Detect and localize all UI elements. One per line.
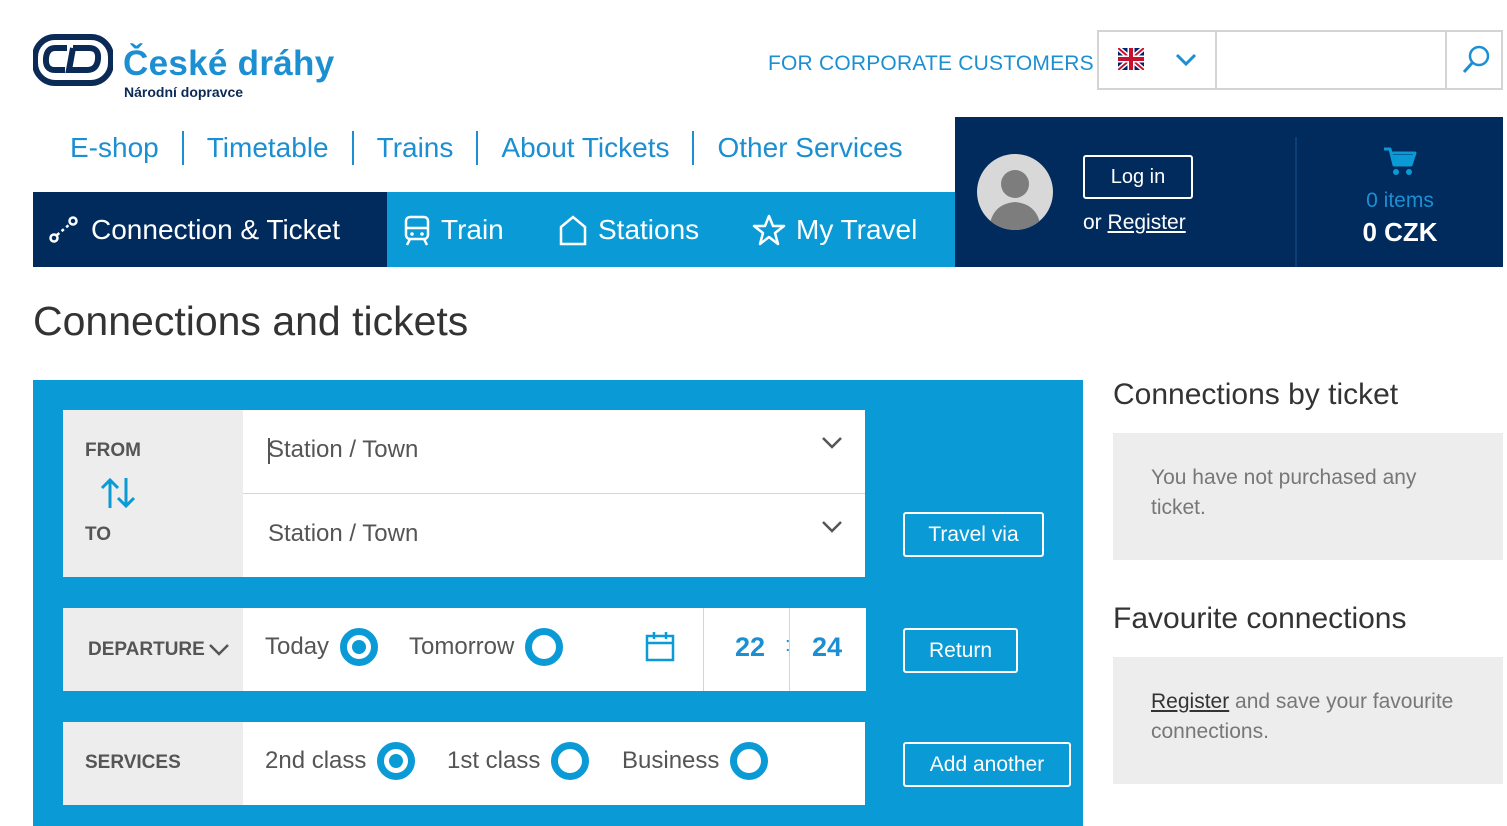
radio-unselected[interactable] — [525, 628, 564, 666]
day-option-today[interactable]: Today — [265, 628, 379, 666]
cd-logo[interactable]: České dráhy Národní dopravce — [33, 34, 343, 100]
divider — [789, 608, 790, 691]
tickets-empty-box: You have not purchased any ticket. — [1113, 433, 1503, 560]
route-icon — [49, 215, 78, 243]
divider — [703, 608, 704, 691]
uk-flag-icon — [1118, 48, 1144, 70]
nav-eshop[interactable]: E-shop — [47, 131, 182, 165]
star-icon — [752, 214, 786, 245]
cart-total: 0 CZK — [1362, 217, 1438, 247]
minute-field[interactable]: 24 — [812, 632, 842, 663]
day-option-tomorrow[interactable]: Tomorrow — [409, 628, 564, 666]
radio-selected[interactable] — [340, 628, 379, 666]
departure-selector: DEPARTURE Today Tomorrow 22 : 24 — [63, 608, 866, 691]
cart-item-count: 0 items — [1366, 189, 1434, 212]
station-house-icon — [559, 214, 587, 245]
from-station-field[interactable]: Station / Town — [243, 410, 865, 493]
favourites-section-title: Favourite connections — [1113, 602, 1407, 635]
tab-stations[interactable]: Stations — [558, 192, 699, 267]
option-label: Business — [622, 747, 720, 774]
train-icon — [404, 215, 430, 246]
from-station-placeholder: Station / Town — [268, 436, 419, 463]
radio-unselected[interactable] — [730, 742, 769, 780]
class-option-1st[interactable]: 1st class — [447, 742, 590, 780]
brand-name: České dráhy — [123, 44, 335, 83]
nav-about-tickets[interactable]: About Tickets — [476, 131, 692, 165]
class-option-business[interactable]: Business — [622, 742, 769, 780]
departure-label-wrap: DEPARTURE — [88, 639, 230, 661]
corporate-customers-link[interactable]: FOR CORPORATE CUSTOMERS — [768, 52, 1094, 76]
option-label: Today — [265, 633, 330, 660]
nav-timetable[interactable]: Timetable — [181, 131, 352, 165]
radio-selected[interactable] — [377, 742, 416, 780]
cd-logo-mark — [33, 34, 113, 86]
services-selector: SERVICES 2nd class 1st class Business — [63, 722, 865, 805]
tab-my-travel[interactable]: My Travel — [752, 192, 917, 267]
to-station-placeholder: Station / Town — [268, 520, 419, 547]
or-text: or — [1083, 211, 1102, 234]
main-navigation: Connection & Ticket Train Stations My Tr… — [33, 192, 955, 267]
option-label: Tomorrow — [409, 633, 515, 660]
tab-label: My Travel — [796, 213, 918, 245]
language-selector[interactable] — [1099, 32, 1217, 88]
tab-train[interactable]: Train — [403, 192, 504, 267]
tab-label: Stations — [598, 213, 700, 245]
language-search-bar — [1097, 30, 1503, 90]
nav-other-services[interactable]: Other Services — [692, 131, 925, 165]
brand-tagline: Národní dopravce — [124, 84, 244, 100]
option-label: 2nd class — [265, 747, 367, 774]
travel-via-button[interactable]: Travel via — [903, 512, 1044, 557]
chevron-down-icon — [822, 521, 842, 533]
tab-label: Connection & Ticket — [91, 213, 341, 245]
register-link[interactable]: Register — [1108, 211, 1186, 234]
login-button[interactable]: Log in — [1083, 155, 1193, 199]
chevron-down-icon — [208, 644, 229, 656]
user-silhouette-icon — [989, 170, 1041, 230]
connection-search-form: FROM TO Station / Town Station / Town Tr… — [33, 380, 1083, 826]
nav-trains[interactable]: Trains — [351, 131, 477, 165]
tab-connection-ticket[interactable]: Connection & Ticket — [47, 192, 340, 267]
cart-icon — [1384, 147, 1417, 175]
tickets-section-title: Connections by ticket — [1113, 378, 1399, 411]
swap-direction-icon[interactable] — [98, 476, 138, 510]
departure-dropdown[interactable]: DEPARTURE — [63, 608, 243, 691]
to-label: TO — [85, 524, 112, 545]
radio-unselected[interactable] — [551, 742, 590, 780]
top-navigation: E-shop Timetable Trains About Tickets Ot… — [47, 128, 926, 168]
page-title: Connections and tickets — [33, 298, 469, 344]
search-input[interactable] — [1217, 32, 1445, 88]
to-station-field[interactable]: Station / Town — [243, 494, 865, 577]
departure-label: DEPARTURE — [88, 639, 205, 660]
chevron-down-icon — [822, 437, 842, 449]
services-label-column: SERVICES — [63, 722, 243, 805]
class-option-2nd[interactable]: 2nd class — [265, 742, 416, 780]
search-icon — [1462, 45, 1490, 74]
calendar-icon[interactable] — [645, 630, 675, 662]
return-button[interactable]: Return — [903, 628, 1018, 673]
favourites-register-link[interactable]: Register — [1151, 690, 1229, 713]
shopping-cart[interactable]: 0 items 0 CZK — [1297, 117, 1503, 267]
search-button[interactable] — [1445, 32, 1503, 88]
chevron-down-icon — [1175, 53, 1197, 67]
add-another-button[interactable]: Add another — [903, 742, 1071, 787]
register-prompt: or Register — [1083, 211, 1186, 235]
favourites-box: Register and save your favourite connect… — [1113, 657, 1503, 784]
from-label: FROM — [85, 440, 141, 461]
account-panel: Log in or Register 0 items 0 CZK — [955, 117, 1503, 267]
tickets-empty-text: You have not purchased any ticket. — [1151, 466, 1417, 519]
services-label: SERVICES — [85, 752, 181, 773]
hour-field[interactable]: 22 — [735, 632, 765, 663]
option-label: 1st class — [447, 747, 541, 774]
tab-label: Train — [441, 213, 504, 245]
station-selector: FROM TO Station / Town Station / Town — [63, 410, 865, 577]
station-label-column: FROM TO — [63, 410, 243, 577]
avatar — [977, 154, 1053, 230]
